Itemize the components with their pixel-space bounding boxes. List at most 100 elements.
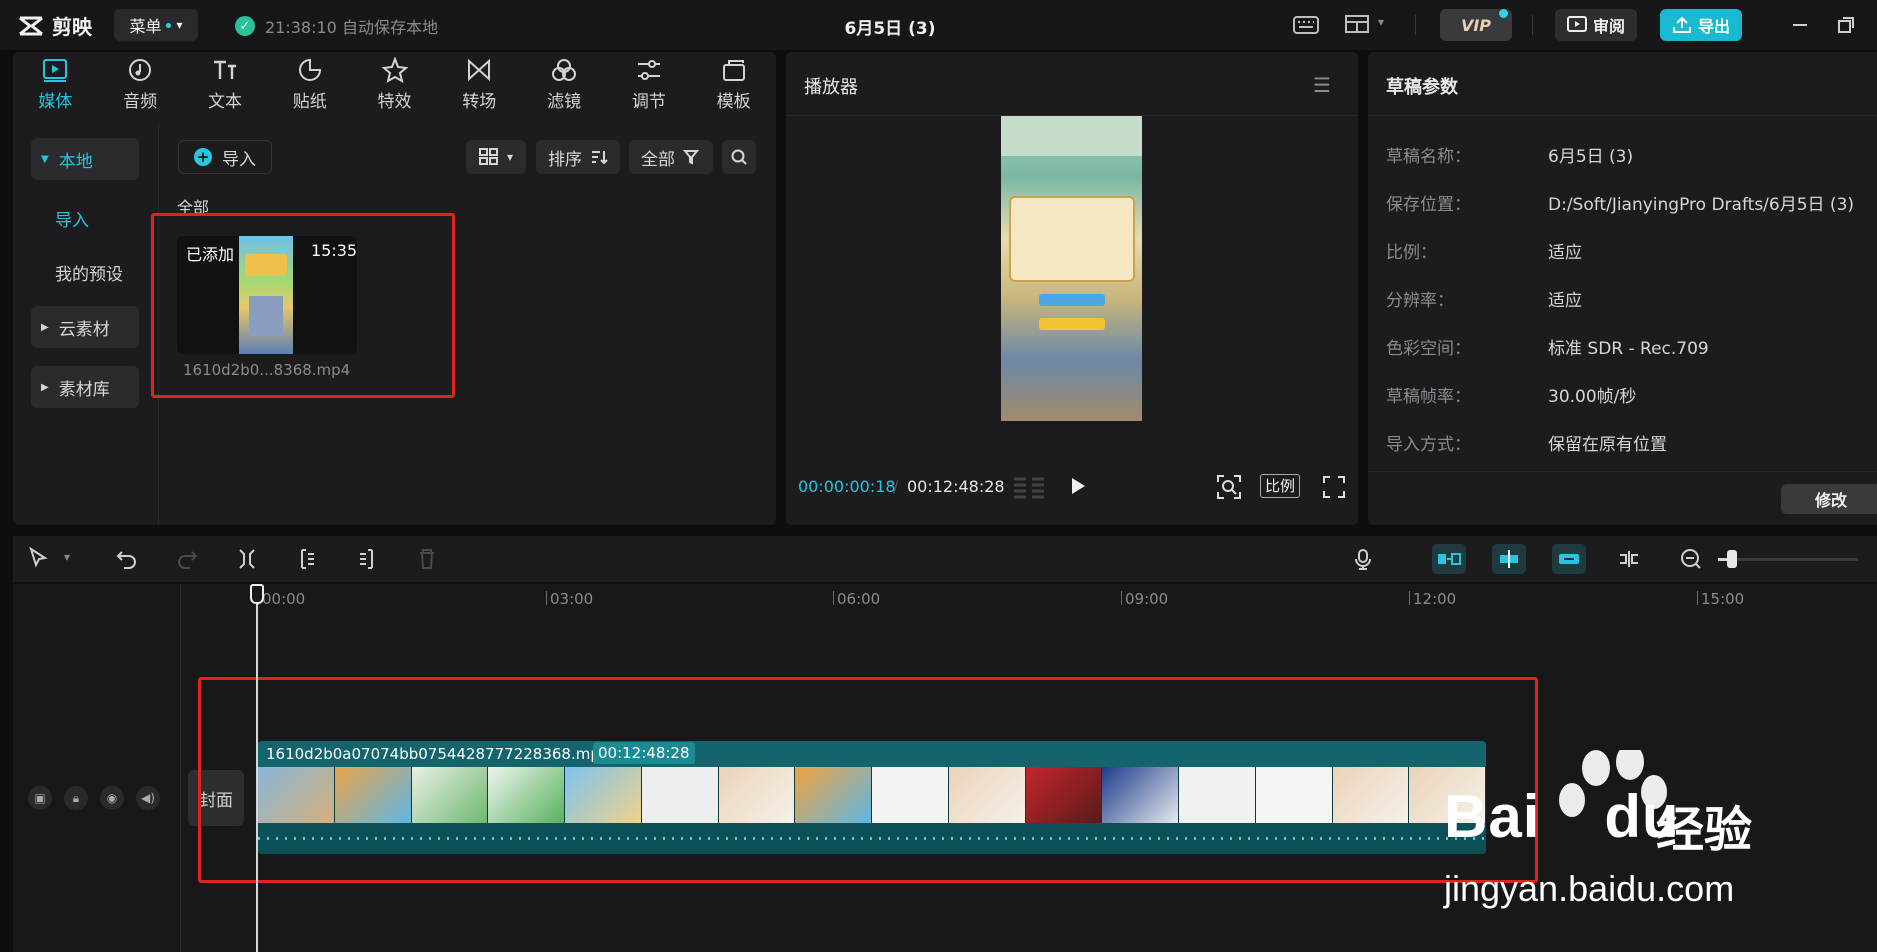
nav-presets[interactable]: 我的预设	[55, 260, 123, 285]
fullscreen-icon[interactable]	[1322, 475, 1346, 499]
template-icon	[722, 59, 745, 81]
playhead-handle[interactable]	[250, 584, 264, 604]
project-title: 6月5日 (3)	[844, 19, 936, 39]
main-track-magnet-button[interactable]	[1432, 544, 1466, 574]
layout-icon[interactable]	[1344, 12, 1372, 38]
tab-label: 特效	[377, 91, 412, 112]
magnet-icon	[1438, 553, 1461, 565]
keyboard-icon[interactable]	[1292, 12, 1320, 38]
review-icon	[1566, 16, 1587, 32]
playhead[interactable]	[256, 590, 258, 952]
search-button[interactable]	[722, 140, 756, 174]
total-timecode: 00:12:48:28	[907, 477, 1005, 496]
param-label: 分辨率：	[1386, 291, 1454, 311]
highlight-box	[198, 677, 1538, 883]
view-mode-button[interactable]: ▾	[466, 140, 526, 174]
capcut-logo-icon	[19, 16, 43, 35]
highlight-box	[151, 213, 455, 398]
import-label: 导入	[222, 149, 256, 170]
linkage-button[interactable]	[1552, 544, 1586, 574]
zoom-slider-handle[interactable]	[1727, 550, 1737, 568]
trim-right-icon[interactable]	[354, 546, 380, 572]
param-value: 6月5日 (3)	[1548, 147, 1634, 167]
vip-button[interactable]: VIP	[1440, 9, 1512, 41]
ruler-tick	[1121, 591, 1122, 605]
select-cursor-icon[interactable]	[26, 546, 52, 572]
watermark-brand: Bai du	[1444, 782, 1680, 851]
sticker-icon	[298, 58, 321, 81]
eye-icon[interactable]: ◉	[100, 786, 124, 810]
layout-chevron-icon[interactable]: ▾	[1378, 15, 1384, 29]
export-label: 导出	[1697, 17, 1730, 36]
sort-label: 排序	[548, 149, 582, 170]
ratio-button[interactable]: 比例	[1260, 474, 1301, 498]
watermark-cn: 经验	[1656, 802, 1753, 858]
review-button[interactable]: 审阅	[1555, 9, 1637, 41]
tab-adjust[interactable]: 调节	[606, 52, 691, 116]
nav-cloud[interactable]: ▶ 云素材	[31, 306, 139, 348]
delete-icon[interactable]	[414, 546, 440, 572]
tab-label: 滤镜	[547, 91, 582, 112]
adjust-icon	[637, 59, 660, 80]
zoom-slider[interactable]	[1718, 558, 1858, 561]
import-button[interactable]: + 导入	[178, 140, 272, 174]
timeline-frames-icon[interactable]	[1012, 475, 1046, 499]
modify-button[interactable]: 修改	[1781, 484, 1877, 514]
nav-library-label: 素材库	[58, 379, 110, 400]
microphone-button[interactable]	[1346, 544, 1380, 574]
minimize-icon[interactable]	[1790, 15, 1810, 35]
trim-left-icon[interactable]	[294, 546, 320, 572]
maximize-icon[interactable]	[1836, 15, 1856, 35]
ruler-label: 03:00	[550, 590, 594, 608]
timecode-separator: /	[893, 477, 899, 496]
chevron-down-icon[interactable]: ▾	[64, 550, 70, 564]
param-label: 保存位置：	[1386, 195, 1471, 215]
preview-axis-button[interactable]	[1612, 544, 1646, 574]
nav-import[interactable]: 导入	[55, 206, 89, 231]
menu-button[interactable]: 菜单 ▾	[114, 9, 198, 41]
auto-snap-button[interactable]	[1492, 544, 1526, 574]
menu-dot-icon	[166, 22, 172, 28]
speaker-icon[interactable]: ◀)	[136, 786, 160, 810]
param-value: 标准 SDR - Rec.709	[1548, 339, 1709, 359]
tab-label: 转场	[462, 91, 497, 112]
sort-button[interactable]: 排序	[536, 140, 620, 174]
tab-sticker[interactable]: 贴纸	[267, 52, 352, 116]
filter-button[interactable]: 全部	[629, 140, 713, 174]
tab-transition[interactable]: 转场	[437, 52, 522, 116]
redo-icon[interactable]	[174, 546, 200, 572]
tab-filter[interactable]: 滤镜	[522, 52, 607, 116]
fit-view-icon[interactable]	[1216, 474, 1242, 500]
app-name: 剪映	[52, 15, 92, 39]
tab-effects[interactable]: 特效	[352, 52, 437, 116]
play-icon[interactable]	[1068, 475, 1088, 497]
export-button[interactable]: 导出	[1660, 9, 1742, 41]
effects-icon	[381, 56, 408, 83]
split-icon[interactable]	[234, 546, 260, 572]
tab-text[interactable]: 文本	[183, 52, 268, 116]
tab-audio[interactable]: 音频	[98, 52, 183, 116]
media-nav: ▼ 本地 导入 我的预设 ▶ 云素材 ▶ 素材库	[13, 124, 159, 525]
nav-local[interactable]: ▼ 本地	[31, 138, 139, 180]
tab-template[interactable]: 模板	[691, 52, 776, 116]
tab-label: 音频	[123, 91, 158, 112]
param-value: 适应	[1548, 243, 1582, 263]
lock-icon[interactable]: 🔒︎	[64, 786, 88, 810]
ruler-label: 00:00	[262, 590, 306, 608]
review-label: 审阅	[1592, 17, 1625, 36]
track-video-icon[interactable]: ▣	[28, 786, 52, 810]
nav-library[interactable]: ▶ 素材库	[31, 366, 139, 408]
zoom-out-icon[interactable]	[1680, 548, 1702, 570]
search-icon	[731, 149, 747, 165]
microphone-icon	[1355, 549, 1371, 570]
transition-icon	[468, 58, 491, 81]
params-title: 草稿参数	[1386, 77, 1458, 98]
tab-label: 调节	[631, 91, 666, 112]
tab-media[interactable]: 媒体	[13, 52, 98, 116]
undo-icon[interactable]	[114, 546, 140, 572]
menu-icon[interactable]: ☰	[1313, 73, 1331, 97]
ruler-tick	[1409, 591, 1410, 605]
time-ruler[interactable]	[182, 584, 1877, 610]
filter-icon	[552, 58, 577, 81]
current-timecode: 00:00:00:18	[798, 477, 896, 496]
